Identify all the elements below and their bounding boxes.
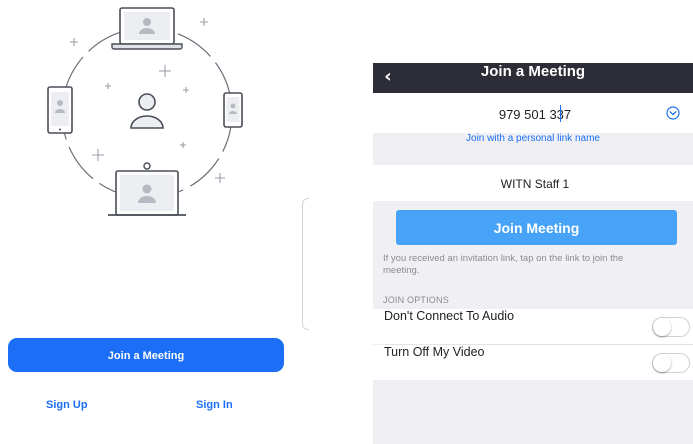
join-a-meeting-button[interactable]: Join a Meeting: [8, 338, 284, 372]
phone-icon: [223, 92, 243, 128]
option-row-audio: Don't Connect To Audio: [373, 309, 693, 344]
join-options-header: JOIN OPTIONS: [383, 295, 449, 305]
toggle-knob: [653, 318, 671, 336]
chevron-down-circle-icon[interactable]: [666, 106, 680, 120]
option-row-video: Turn Off My Video: [373, 345, 693, 380]
audio-toggle[interactable]: [652, 317, 690, 337]
chevron-left-icon[interactable]: ‹: [377, 63, 399, 93]
sign-in-link[interactable]: Sign In: [196, 399, 233, 411]
toggle-knob: [653, 354, 671, 372]
page-edge-divider: [302, 198, 309, 330]
room-display-icon: [108, 162, 186, 216]
welcome-screen: Join a Meeting Sign Up Sign In: [0, 0, 300, 444]
person-icon: [130, 93, 164, 129]
option-label-audio: Don't Connect To Audio: [384, 309, 515, 323]
personal-link-name-link[interactable]: Join with a personal link name: [373, 133, 693, 144]
laptop-icon: [111, 7, 183, 50]
meeting-id-input[interactable]: [413, 101, 657, 127]
option-label-video: Turn Off My Video: [384, 345, 485, 359]
meeting-id-row: [373, 93, 693, 133]
page-title: Join a Meeting: [480, 63, 586, 80]
invitation-hint-text: If you received an invitation link, tap …: [383, 253, 624, 276]
meeting-devices-illustration: [47, 7, 243, 216]
video-toggle[interactable]: [652, 353, 690, 373]
tablet-icon: [47, 86, 73, 134]
display-name-input[interactable]: [393, 171, 677, 197]
sign-up-link[interactable]: Sign Up: [46, 399, 88, 411]
join-meeting-screen: ‹ Join a Meeting Join with a personal li…: [373, 63, 693, 444]
personal-link-row: Join with a personal link name: [373, 133, 693, 161]
join-meeting-button[interactable]: Join Meeting: [396, 210, 677, 245]
navigation-bar: ‹ Join a Meeting: [373, 63, 693, 93]
display-name-row: [373, 165, 693, 201]
text-caret: [560, 105, 561, 122]
